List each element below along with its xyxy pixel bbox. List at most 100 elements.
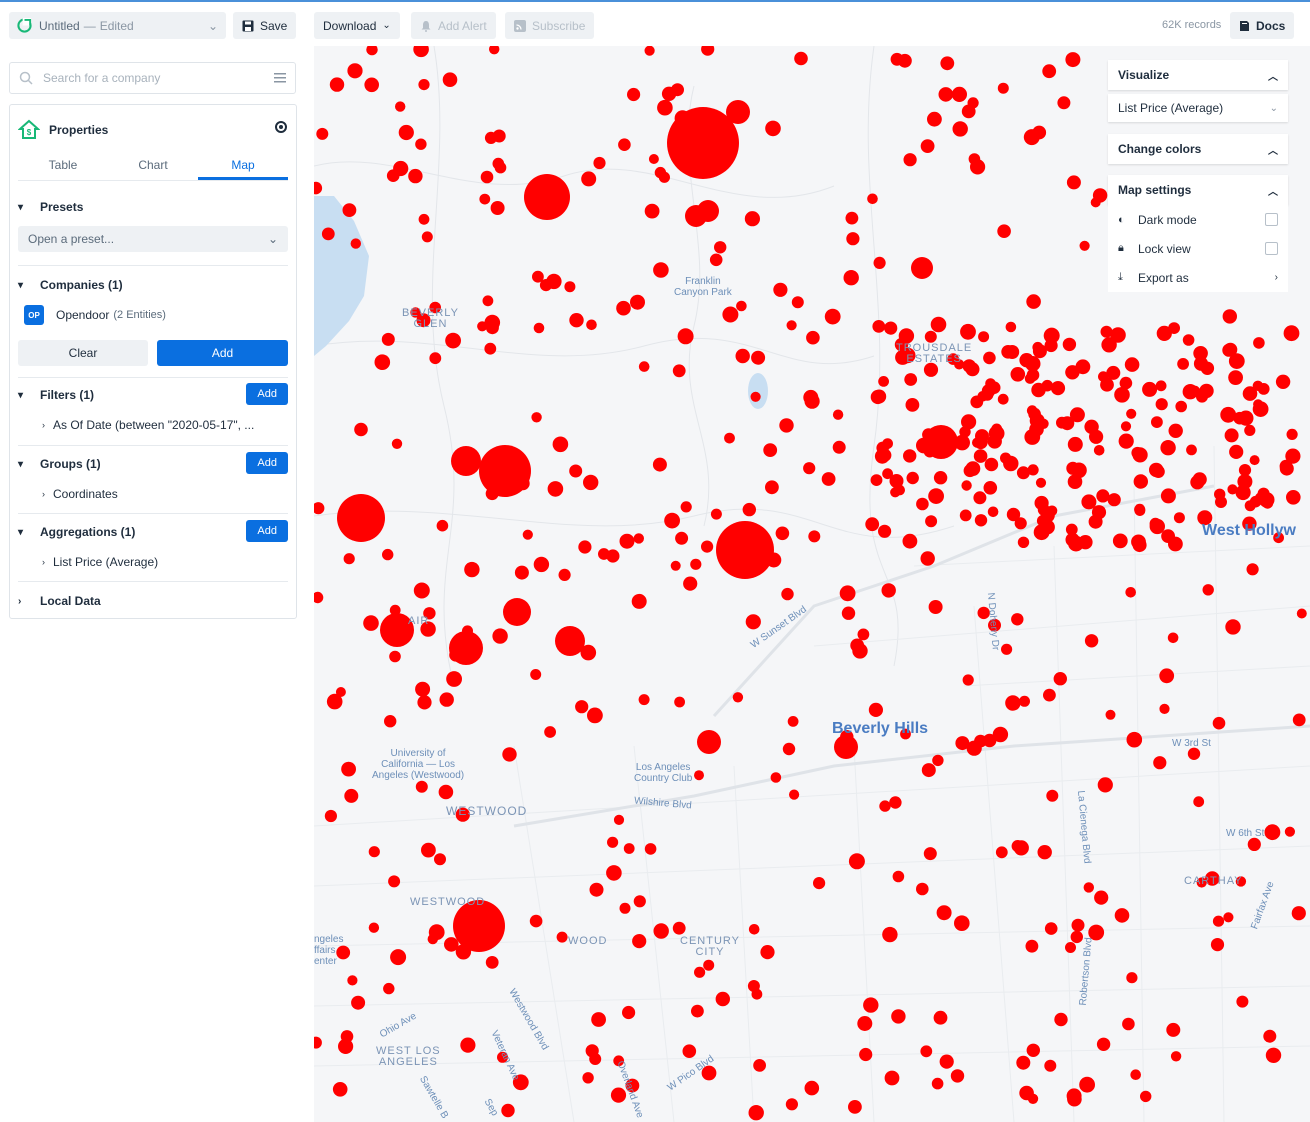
divider [18,445,288,446]
map-point [916,497,929,511]
map-label-lacc: Los Angeles Country Club [634,762,693,784]
company-item[interactable]: OP Opendoor (2 Entities) [24,305,166,325]
company-search[interactable]: Search for a company [9,62,296,94]
map-point [1032,344,1047,359]
map-point [532,270,544,283]
add-alert-button[interactable]: Add Alert [411,12,496,39]
map-settings-header[interactable]: Map settings ︿ [1108,175,1288,205]
export-as-setting[interactable]: ⤓ Export as › [1108,263,1288,292]
lock-icon: 🔒︎ [1118,242,1124,254]
map-point [460,1037,476,1053]
map-point [569,313,584,328]
save-button[interactable]: Save [233,12,297,39]
map-point [1177,358,1189,370]
metric-dropdown[interactable]: List Price (Average) ⌄ [1108,94,1288,122]
map-point [449,648,463,662]
map-point [533,556,550,573]
map-point [1291,906,1306,921]
map-point [1130,1069,1141,1080]
add-filter-button[interactable]: Add [246,383,288,405]
menu-icon[interactable] [274,73,286,83]
lock-view-checkbox[interactable] [1265,242,1278,255]
chevron-right-icon: › [18,595,22,607]
map-point [939,1054,954,1069]
map-point [1084,419,1099,434]
map-point [879,800,891,812]
map-point [839,585,856,602]
local-data-toggle[interactable]: › Local Data [18,591,288,611]
map-point [583,474,599,491]
subscribe-label: Subscribe [532,18,586,33]
map-point [421,231,433,243]
local-data-section: › Local Data [18,591,288,611]
map-point [789,789,800,800]
map-point [672,921,686,935]
visualize-header[interactable]: Visualize ︿ [1108,60,1288,90]
map-label-west-hollywood: West Hollyw [1202,522,1296,539]
map-point [436,519,449,532]
download-button[interactable]: Download ⌄ [314,12,400,39]
tab-chart[interactable]: Chart [108,153,198,180]
add-group-button[interactable]: Add [246,452,288,474]
map-point [652,457,667,472]
docs-button[interactable]: Docs [1230,12,1295,39]
clear-button[interactable]: Clear [18,340,148,366]
presets-toggle[interactable]: ▾ Presets [18,197,288,217]
map-point [694,770,704,781]
map-point [1096,489,1110,503]
map-point [751,350,766,365]
map-point [846,232,860,246]
map-point [533,322,545,334]
group-item[interactable]: › Coordinates [18,484,288,504]
map-point [344,788,359,803]
preset-dropdown[interactable]: Open a preset... ⌄ [18,226,288,252]
map-point [974,734,987,748]
map-point [1046,789,1059,802]
map-point [701,540,714,553]
chevron-up-icon: ︿ [1268,186,1278,198]
add-company-button[interactable]: Add [157,340,288,366]
map-point [1118,433,1134,449]
map-point [863,997,879,1013]
map-point [1173,512,1185,524]
dark-mode-checkbox[interactable] [1265,213,1278,226]
map-point [485,487,499,501]
map-point [1122,1017,1135,1031]
map-point [968,153,981,165]
map-point [1223,912,1234,923]
map-point [680,501,692,513]
map-point [1182,334,1195,346]
map-point [388,875,401,888]
filter-item[interactable]: › As Of Date (between "2020-05-17", ... [18,415,288,435]
lock-view-setting: 🔒︎ Lock view [1108,234,1288,263]
subscribe-button[interactable]: Subscribe [505,12,595,39]
map-point [531,412,542,423]
tab-table[interactable]: Table [18,153,108,180]
map-point [1238,410,1254,426]
search-input[interactable]: Search for a company [43,71,160,85]
add-aggregation-button[interactable]: Add [246,520,288,542]
aggregation-item[interactable]: › List Price (Average) [18,552,288,572]
rss-icon [514,19,526,32]
chevron-down-icon: ⌄ [382,20,391,31]
map-point [1037,503,1050,516]
visualize-panel: Visualize ︿ List Price (Average) ⌄ Change … [1108,60,1288,292]
map-point [1222,309,1237,324]
document-selector[interactable]: Untitled — Edited ⌄ [9,12,226,39]
map-point [954,434,970,451]
map-point [1160,488,1176,504]
map-point [547,481,564,497]
map-label-carthay: CARTHAY [1184,875,1243,887]
companies-toggle[interactable]: ▾ Companies (1) [18,275,288,295]
map-point [417,695,432,710]
tab-map[interactable]: Map [198,153,288,180]
change-colors-header[interactable]: Change colors ︿ [1108,134,1288,164]
map-label-w6th: W 6th St [1226,828,1265,839]
map-point [760,945,775,960]
map-point [1228,370,1243,385]
map-point [586,319,597,331]
map-point [556,931,568,943]
aggregations-section: ▾ Aggregations (1) Add › List Price (Avera… [18,520,288,572]
record-dot-icon[interactable] [275,121,287,133]
map-point [748,1105,764,1121]
